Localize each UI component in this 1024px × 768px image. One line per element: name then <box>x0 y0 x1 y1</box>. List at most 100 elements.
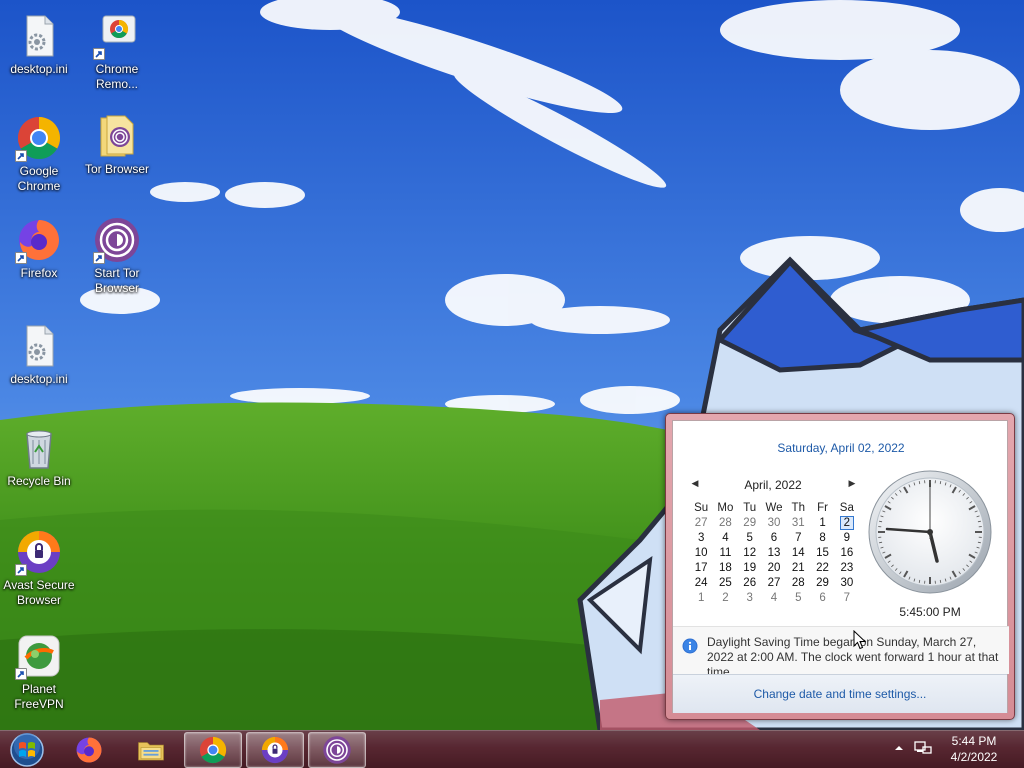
desktop-icon-desktop-ini-1[interactable]: desktop.ini <box>1 12 77 77</box>
calendar-day-cell[interactable]: 25 <box>713 575 737 590</box>
calendar-day-cell[interactable]: 24 <box>689 575 713 590</box>
shortcut-arrow-icon <box>15 150 27 162</box>
calendar-day-cell[interactable]: 4 <box>762 590 786 605</box>
calendar-day-cell[interactable]: 16 <box>835 545 859 560</box>
calendar-day-cell[interactable]: 19 <box>738 560 762 575</box>
ini-file-icon <box>15 12 63 60</box>
next-month-arrow-icon[interactable]: ▶ <box>846 477 858 489</box>
calendar-day-cell[interactable]: 5 <box>786 590 810 605</box>
calendar-week-row: 3456789 <box>689 530 859 545</box>
weekday-label: Tu <box>743 501 757 514</box>
desktop-icon-tor-browser[interactable]: Tor Browser <box>79 112 155 177</box>
calendar-day-cell[interactable]: 5 <box>738 530 762 545</box>
desktop-icon-label: Recycle Bin <box>7 474 71 488</box>
calendar-day-cell[interactable]: 2 <box>835 515 859 530</box>
recycle-bin-icon <box>15 424 63 472</box>
taskbar-chrome-button[interactable] <box>184 732 242 768</box>
calendar-day-cell[interactable]: 30 <box>762 515 786 530</box>
desktop-icon-avast-secure-browser[interactable]: Avast Secure Browser <box>1 528 77 608</box>
weekday-label: Su <box>694 501 709 514</box>
chrome-remote-desktop-icon <box>93 12 141 60</box>
calendar-day-cell[interactable]: 8 <box>810 530 834 545</box>
taskbar <box>0 730 1024 768</box>
chrome-icon <box>15 114 63 162</box>
calendar-day-cell[interactable]: 15 <box>810 545 834 560</box>
calendar-day-cell[interactable]: 13 <box>762 545 786 560</box>
calendar-day-cell[interactable]: 6 <box>762 530 786 545</box>
calendar-day-cell[interactable]: 9 <box>835 530 859 545</box>
desktop-icon-firefox[interactable]: Firefox <box>1 216 77 281</box>
calendar-day-cell[interactable]: 28 <box>786 575 810 590</box>
weekday-label: Mo <box>717 501 734 514</box>
month-title[interactable]: April, 2022 <box>713 478 833 492</box>
avast-secure-browser-icon <box>261 736 289 764</box>
calendar-day-cell[interactable]: 31 <box>786 515 810 530</box>
shortcut-arrow-icon <box>15 564 27 576</box>
desktop-icon-planet-freevpn[interactable]: Planet FreeVPN <box>1 632 77 712</box>
flyout-panel: Saturday, April 02, 2022 ◀ April, 2022 ▶… <box>672 420 1009 713</box>
calendar-day-cell[interactable]: 21 <box>786 560 810 575</box>
desktop-icon-google-chrome[interactable]: Google Chrome <box>1 114 77 194</box>
calendar-day-cell[interactable]: 14 <box>786 545 810 560</box>
taskbar-tor-browser-button[interactable] <box>308 732 366 768</box>
calendar-week-row: 10 11 12 13 14 15 16 <box>689 545 859 560</box>
info-icon <box>682 638 698 654</box>
calendar-day-cell[interactable]: 6 <box>810 590 834 605</box>
shortcut-arrow-icon <box>93 48 105 60</box>
calendar-day-cell[interactable]: 7 <box>786 530 810 545</box>
desktop-icon-desktop-ini-2[interactable]: desktop.ini <box>1 322 77 387</box>
desktop-icon-recycle-bin[interactable]: Recycle Bin <box>1 424 77 489</box>
calendar-day-cell[interactable]: 4 <box>713 530 737 545</box>
desktop-icon-start-tor-browser[interactable]: Start Tor Browser <box>79 216 155 296</box>
taskbar-firefox-button[interactable] <box>60 732 118 768</box>
analog-clock <box>868 470 992 594</box>
calendar-day-cell[interactable]: 29 <box>810 575 834 590</box>
calendar-day-cell[interactable]: 30 <box>835 575 859 590</box>
weekday-label: We <box>765 501 783 514</box>
desktop-icon-chrome-remote[interactable]: Chrome Remo... <box>79 12 155 92</box>
chrome-icon <box>199 736 227 764</box>
start-button[interactable] <box>4 732 50 768</box>
taskbar-clock[interactable]: 5:44 PM 4/2/2022 <box>940 733 1008 767</box>
calendar-day-cell[interactable]: 27 <box>762 575 786 590</box>
calendar-day-cell[interactable]: 23 <box>835 560 859 575</box>
calendar-day-cell[interactable]: 11 <box>713 545 737 560</box>
calendar-day-cell[interactable]: 28 <box>713 515 737 530</box>
tor-browser-icon <box>93 216 141 264</box>
calendar-day-cell[interactable]: 20 <box>762 560 786 575</box>
calendar-day-cell[interactable]: 1 <box>810 515 834 530</box>
calendar-day-cell[interactable]: 3 <box>738 590 762 605</box>
calendar-week-row: 1234567 <box>689 590 859 605</box>
calendar-week-row: 27 28 29 30 31 1 2 <box>689 515 859 530</box>
desktop-icon-label: Planet FreeVPN <box>14 682 64 711</box>
taskbar-avast-browser-button[interactable] <box>246 732 304 768</box>
show-hidden-icons-arrow-icon[interactable] <box>893 742 905 754</box>
calendar-day-cell[interactable]: 3 <box>689 530 713 545</box>
dst-notice: Daylight Saving Time began on Sunday, Ma… <box>673 626 1009 679</box>
weekday-header-row: Su Mo Tu We Th Fr Sa <box>689 500 859 515</box>
calendar-day-cell[interactable]: 2 <box>713 590 737 605</box>
calendar-day-cell[interactable]: 10 <box>689 545 713 560</box>
network-icon[interactable] <box>914 740 932 756</box>
previous-month-arrow-icon[interactable]: ◀ <box>689 477 701 489</box>
calendar-day-cell[interactable]: 12 <box>738 545 762 560</box>
taskbar-time: 5:44 PM <box>951 734 997 748</box>
calendar-day-cell[interactable]: 29 <box>738 515 762 530</box>
weekday-label: Fr <box>817 501 828 514</box>
calendar-day-cell[interactable]: 26 <box>738 575 762 590</box>
desktop-icon-label: Tor Browser <box>84 162 149 176</box>
calendar-day-cell[interactable]: 18 <box>713 560 737 575</box>
taskbar-file-explorer-button[interactable] <box>122 732 180 768</box>
calendar-day-cell[interactable]: 27 <box>689 515 713 530</box>
file-explorer-icon <box>138 742 164 761</box>
planet-vpn-icon <box>15 632 63 680</box>
desktop-icon-label: Firefox <box>20 266 58 280</box>
change-date-time-settings-link[interactable]: Change date and time settings... <box>673 687 1007 701</box>
long-date-link[interactable]: Saturday, April 02, 2022 <box>673 441 1009 455</box>
calendar-day-cell[interactable]: 7 <box>835 590 859 605</box>
shortcut-arrow-icon <box>93 252 105 264</box>
taskbar-date: 4/2/2022 <box>950 750 998 764</box>
calendar-day-cell[interactable]: 17 <box>689 560 713 575</box>
calendar-day-cell[interactable]: 1 <box>689 590 713 605</box>
calendar-day-cell[interactable]: 22 <box>810 560 834 575</box>
